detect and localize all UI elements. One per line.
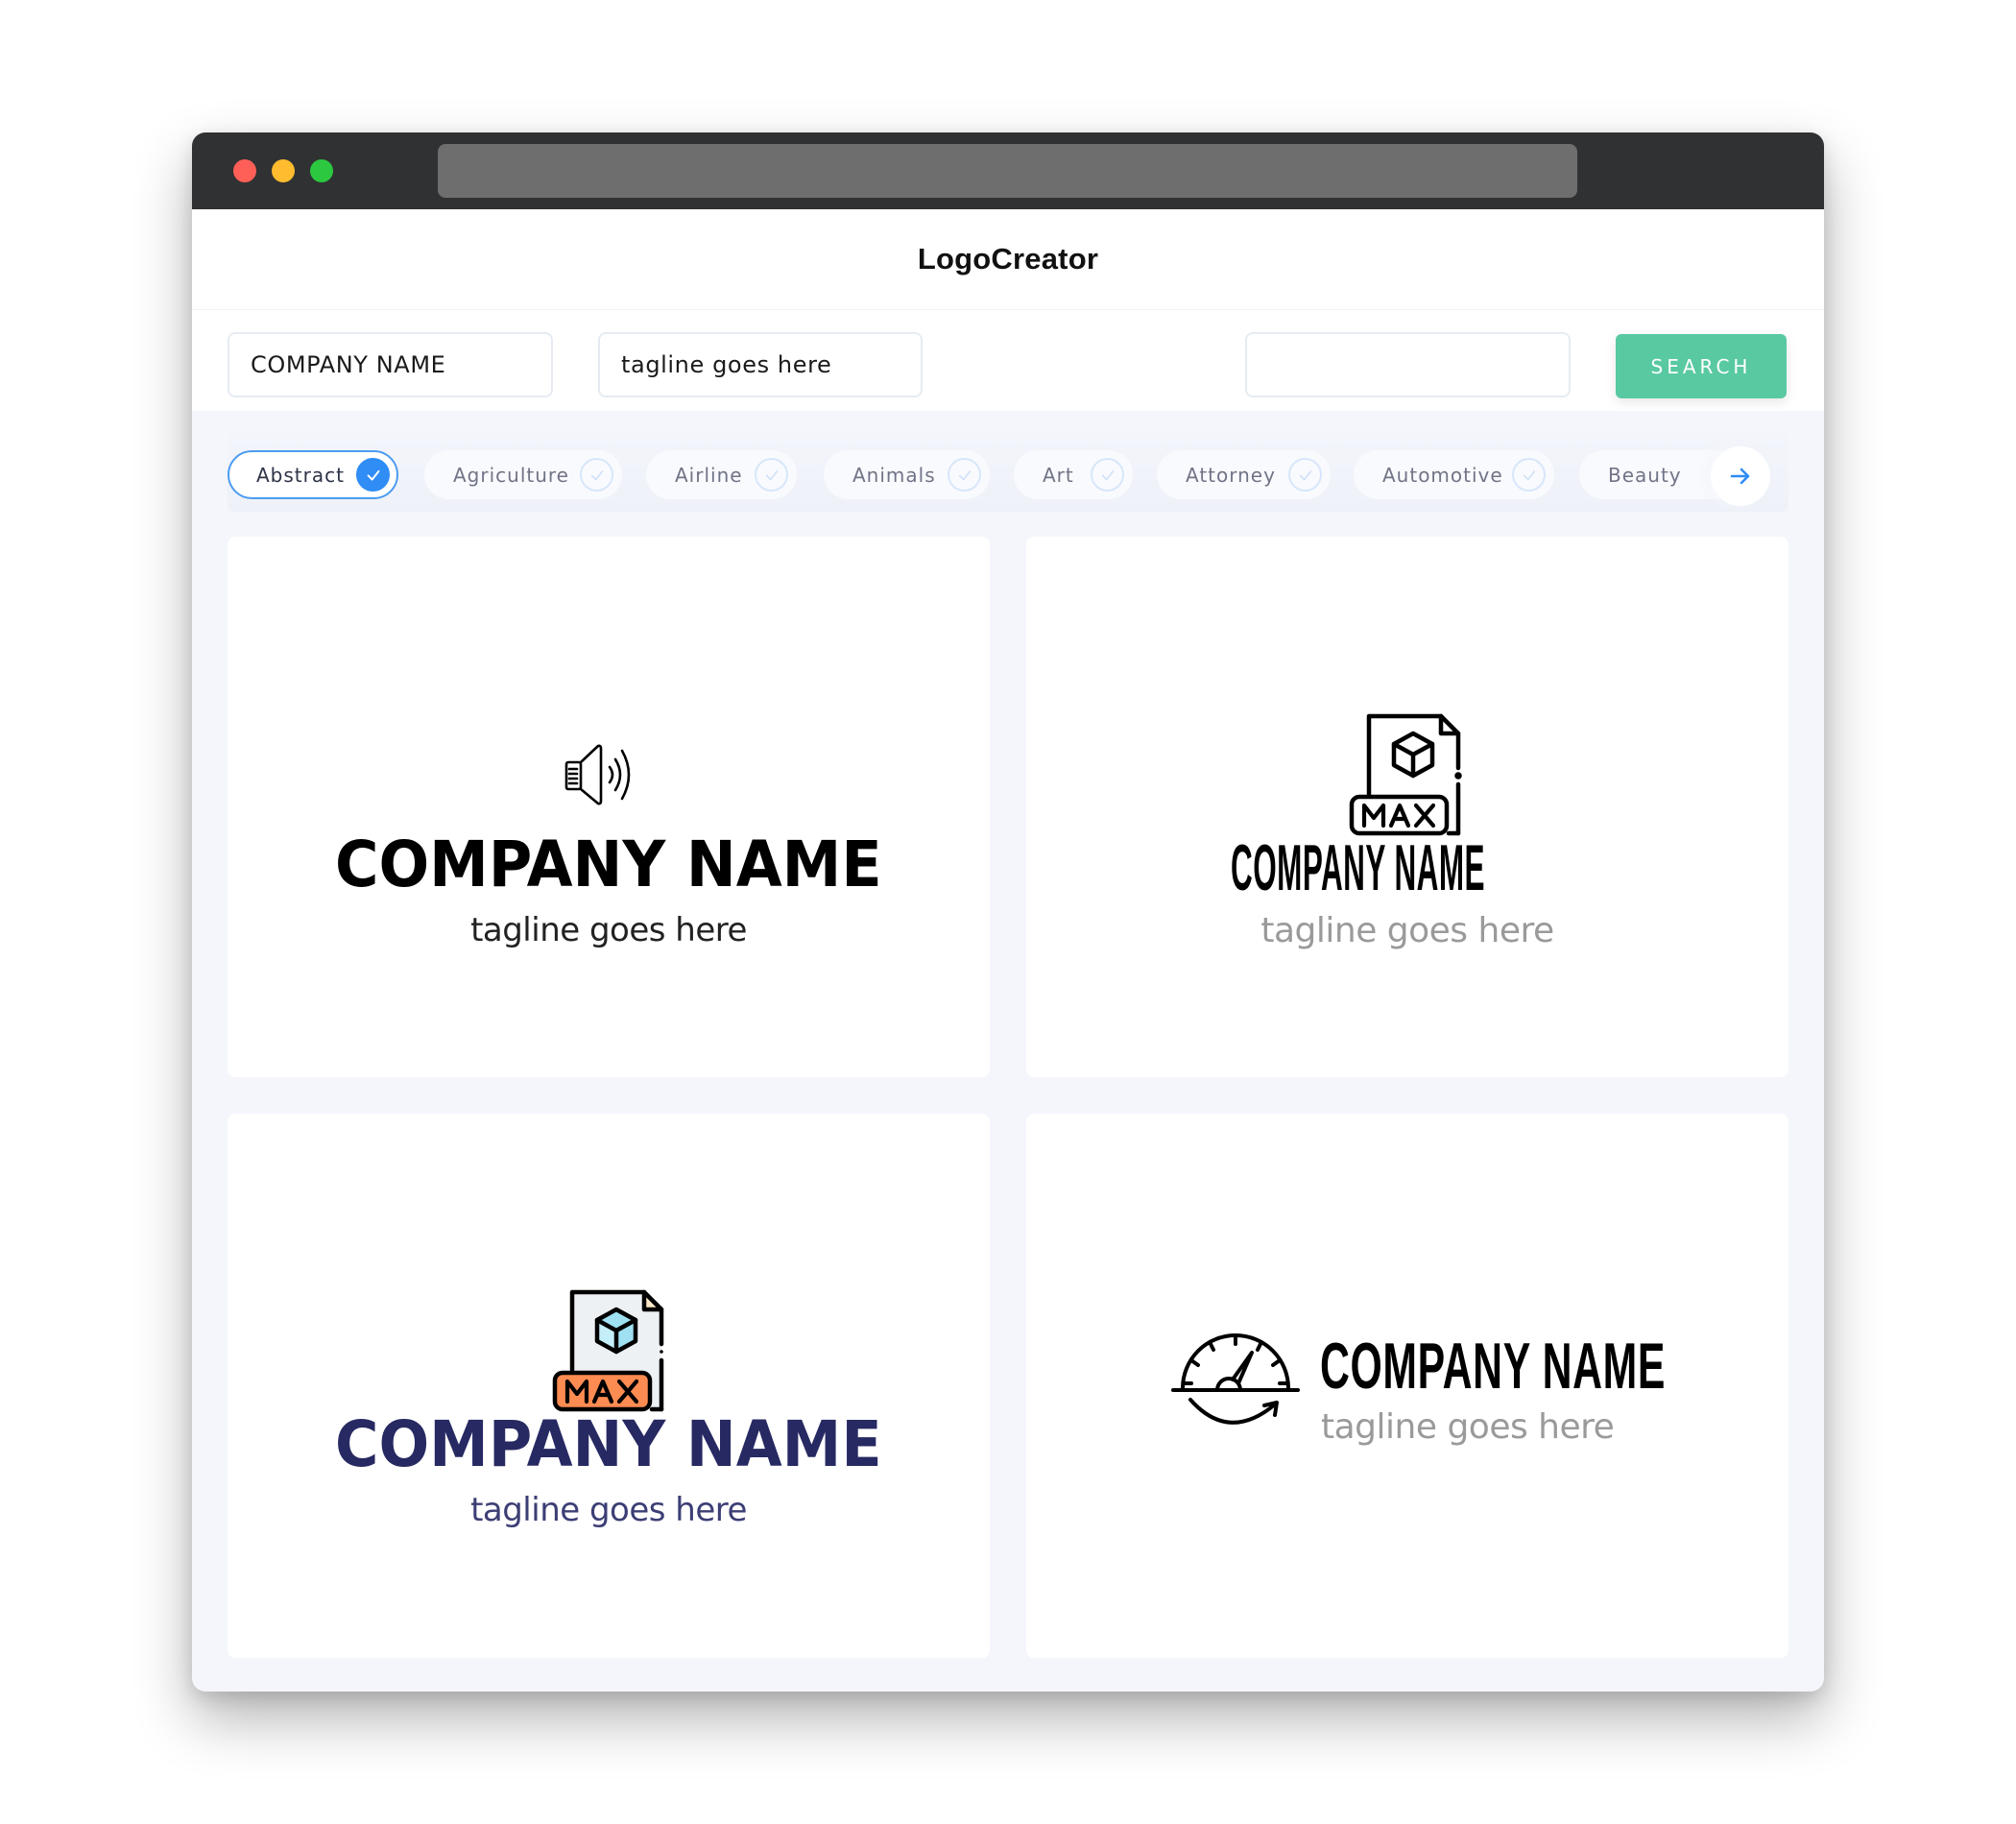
search-form: COMPANY NAME tagline goes here SEARCH [192, 309, 1824, 411]
check-icon [580, 458, 613, 492]
category-label: Beauty [1608, 463, 1682, 487]
max-file-color-icon [552, 1289, 664, 1412]
browser-window: LogoCreator COMPANY NAME tagline goes he… [192, 132, 1824, 1692]
company-name-input[interactable]: COMPANY NAME [228, 332, 553, 397]
category-label: Art [1043, 463, 1074, 487]
tagline-input[interactable]: tagline goes here [598, 332, 923, 397]
category-chip-automotive[interactable]: Automotive [1354, 450, 1554, 499]
category-chip-airline[interactable]: Airline [646, 450, 797, 499]
maximize-window-button[interactable] [310, 159, 333, 182]
category-label: Attorney [1186, 463, 1276, 487]
category-chip-abstract[interactable]: Abstract [228, 450, 398, 499]
next-categories-button[interactable] [1711, 446, 1770, 506]
category-chip-animals[interactable]: Animals [824, 450, 990, 499]
close-window-button[interactable] [233, 159, 256, 182]
category-label: Agriculture [453, 463, 569, 487]
logo-company-name: COMPANY NAME [335, 1407, 882, 1481]
logo-card[interactable]: COMPANY NAME tagline goes here [228, 537, 990, 1077]
logo-card[interactable]: COMPANY NAME tagline goes here [228, 1114, 990, 1658]
check-icon [1091, 458, 1124, 492]
logo-company-name: COMPANY NAME [1231, 831, 1486, 904]
speaker-icon [564, 744, 631, 805]
logo-tagline: tagline goes here [1321, 1407, 1615, 1447]
arrow-right-icon [1730, 468, 1750, 485]
logo-card[interactable]: COMPANY NAME tagline goes here [1026, 1114, 1788, 1658]
category-label: Automotive [1382, 463, 1503, 487]
check-icon [1288, 458, 1322, 492]
logo-card[interactable]: COMPANY NAME tagline goes here [1026, 537, 1788, 1077]
address-bar[interactable] [438, 144, 1577, 198]
title-bar [192, 132, 1824, 209]
logo-company-name: COMPANY NAME [1320, 1330, 1667, 1403]
brand-logo[interactable]: LogoCreator [918, 242, 1098, 276]
max-file-icon [1349, 713, 1462, 836]
minimize-window-button[interactable] [272, 159, 295, 182]
category-chip-attorney[interactable]: Attorney [1157, 450, 1331, 499]
logo-tagline: tagline goes here [1260, 911, 1554, 950]
logo-company-name: COMPANY NAME [335, 828, 882, 901]
category-filter-bar: Abstract Agriculture Airline Animals Art [192, 411, 1824, 514]
logo-tagline: tagline goes here [470, 1491, 747, 1529]
search-button[interactable]: SEARCH [1616, 334, 1787, 398]
check-icon [948, 458, 981, 492]
speedometer-icon [1171, 1333, 1300, 1425]
site-header: LogoCreator [192, 209, 1824, 309]
category-label: Animals [852, 463, 936, 487]
check-icon [1512, 458, 1546, 492]
category-chip-art[interactable]: Art [1014, 450, 1133, 499]
logo-tagline: tagline goes here [470, 911, 747, 949]
check-icon [755, 458, 788, 492]
check-icon [356, 458, 390, 492]
category-label: Airline [675, 463, 743, 487]
category-chip-agriculture[interactable]: Agriculture [424, 450, 622, 499]
category-label: Abstract [256, 463, 345, 487]
keyword-input[interactable] [1245, 332, 1571, 397]
